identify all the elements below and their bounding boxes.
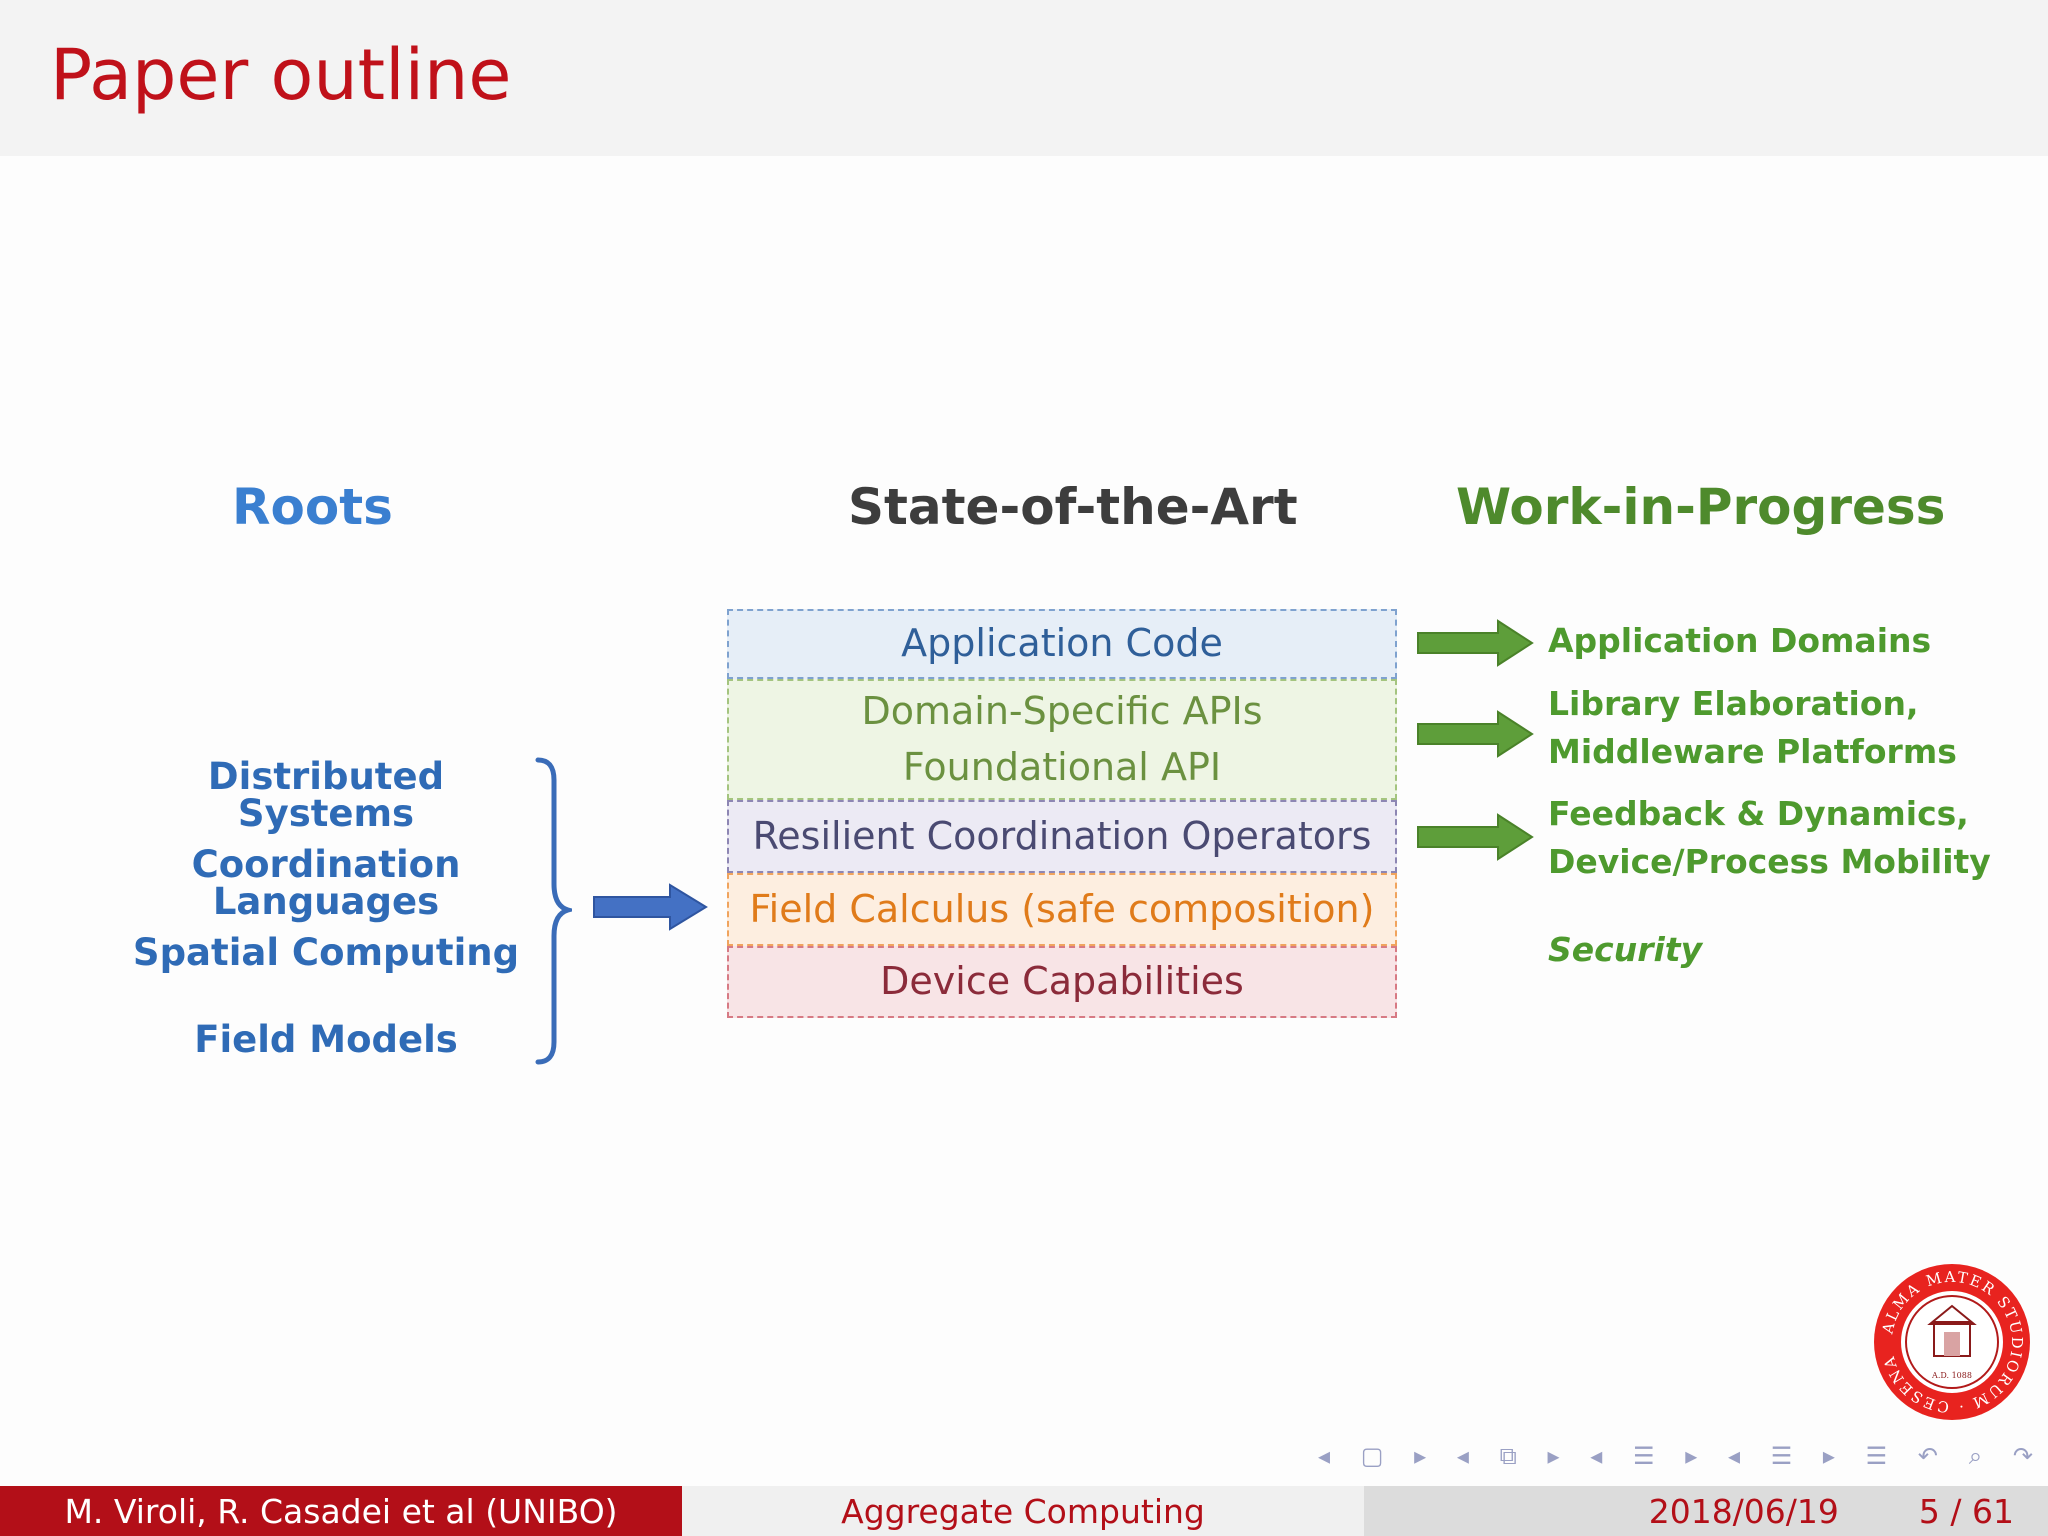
footer-talk-title: Aggregate Computing [682, 1486, 1364, 1536]
next-subsection-icon[interactable]: ▸ [1547, 1442, 1559, 1470]
outline-icon[interactable]: ☰ [1866, 1442, 1888, 1470]
layer-line: Foundational API [902, 744, 1222, 789]
wip-item-security: Security [1548, 926, 1702, 974]
state-of-the-art-heading: State-of-the-Art [848, 478, 1298, 536]
wip-line: Library Elaboration, [1548, 684, 1919, 723]
subsection-icon[interactable]: ⧉ [1500, 1442, 1517, 1470]
layer-apis: Domain-Specific APIs Foundational API [727, 679, 1397, 800]
layer-line: Domain-Specific APIs [861, 689, 1263, 734]
wip-line: Application Domains [1548, 621, 1932, 660]
slide-title: Paper outline [50, 34, 512, 116]
search-icon[interactable]: ⌕ [1969, 1442, 1982, 1470]
roots-heading: Roots [232, 478, 393, 536]
wip-line: Middleware Platforms [1548, 732, 1957, 771]
roots-item: Spatial Computing [132, 931, 520, 974]
wip-item: Feedback & Dynamics, Device/Process Mobi… [1548, 790, 1991, 886]
layer-field-calculus: Field Calculus (safe composition) [727, 873, 1397, 946]
wip-line: Feedback & Dynamics, [1548, 794, 1969, 833]
presentation-icon[interactable]: ☰ [1771, 1442, 1793, 1470]
prev-section-icon[interactable]: ◂ [1590, 1442, 1602, 1470]
layer-line: Resilient Coordination Operators [752, 813, 1372, 858]
frame-icon[interactable]: ▢ [1361, 1442, 1384, 1470]
wip-line: Security [1548, 930, 1703, 969]
footer-authors: M. Viroli, R. Casadei et al (UNIBO) [0, 1486, 682, 1536]
work-in-progress-heading: Work-in-Progress [1456, 478, 1946, 536]
layer-resilient-coordination-operators: Resilient Coordination Operators [727, 800, 1397, 873]
footer-date: 2018/06/19 [1648, 1491, 1839, 1531]
redo-icon[interactable]: ↷ [2013, 1442, 2033, 1470]
layer-line: Field Calculus (safe composition) [749, 886, 1375, 931]
layer-application-code: Application Code [727, 609, 1397, 679]
wip-line: Device/Process Mobility [1548, 842, 1991, 881]
prev-frame-icon[interactable]: ◂ [1318, 1442, 1330, 1470]
green-arrow-icon [1417, 619, 1534, 667]
prev-subsection-icon[interactable]: ◂ [1457, 1442, 1469, 1470]
svg-text:A.D. 1088: A.D. 1088 [1931, 1371, 1972, 1380]
next-section-icon[interactable]: ▸ [1685, 1442, 1697, 1470]
next-frame-icon[interactable]: ▸ [1414, 1442, 1426, 1470]
roots-to-stack-arrow-icon [593, 883, 708, 931]
green-arrow-icon [1417, 813, 1534, 861]
green-arrow-icon [1417, 710, 1534, 758]
slide-footer: M. Viroli, R. Casadei et al (UNIBO) Aggr… [0, 1486, 2048, 1536]
footer-right: 2018/06/19 5 / 61 [1364, 1486, 2048, 1536]
undo-icon[interactable]: ↶ [1918, 1442, 1938, 1470]
layer-device-capabilities: Device Capabilities [727, 946, 1397, 1018]
section-icon[interactable]: ☰ [1633, 1442, 1655, 1470]
layer-line: Device Capabilities [880, 959, 1244, 1004]
wip-item: Application Domains [1548, 617, 1931, 665]
roots-item: Coordination Languages [191, 843, 461, 923]
university-seal-logo: ALMA MATER STUDIORUM · CESENA A.D. 1088 [1874, 1264, 2030, 1420]
wip-item: Library Elaboration, Middleware Platform… [1548, 680, 1957, 776]
slide-header: Paper outline [0, 0, 2048, 156]
prev-presentation-icon[interactable]: ◂ [1728, 1442, 1740, 1470]
curly-brace-icon [535, 757, 572, 1065]
roots-item: Distributed Systems [207, 755, 445, 835]
roots-item: Field Models [194, 1018, 458, 1061]
beamer-navigation: ◂ ▢ ▸ ◂ ⧉ ▸ ◂ ☰ ▸ ◂ ☰ ▸ ☰ ↶ ⌕ ↷ [1318, 1440, 2033, 1472]
next-presentation-icon[interactable]: ▸ [1823, 1442, 1835, 1470]
layer-line: Application Code [901, 621, 1223, 666]
footer-page-number: 5 / 61 [1918, 1491, 2014, 1531]
